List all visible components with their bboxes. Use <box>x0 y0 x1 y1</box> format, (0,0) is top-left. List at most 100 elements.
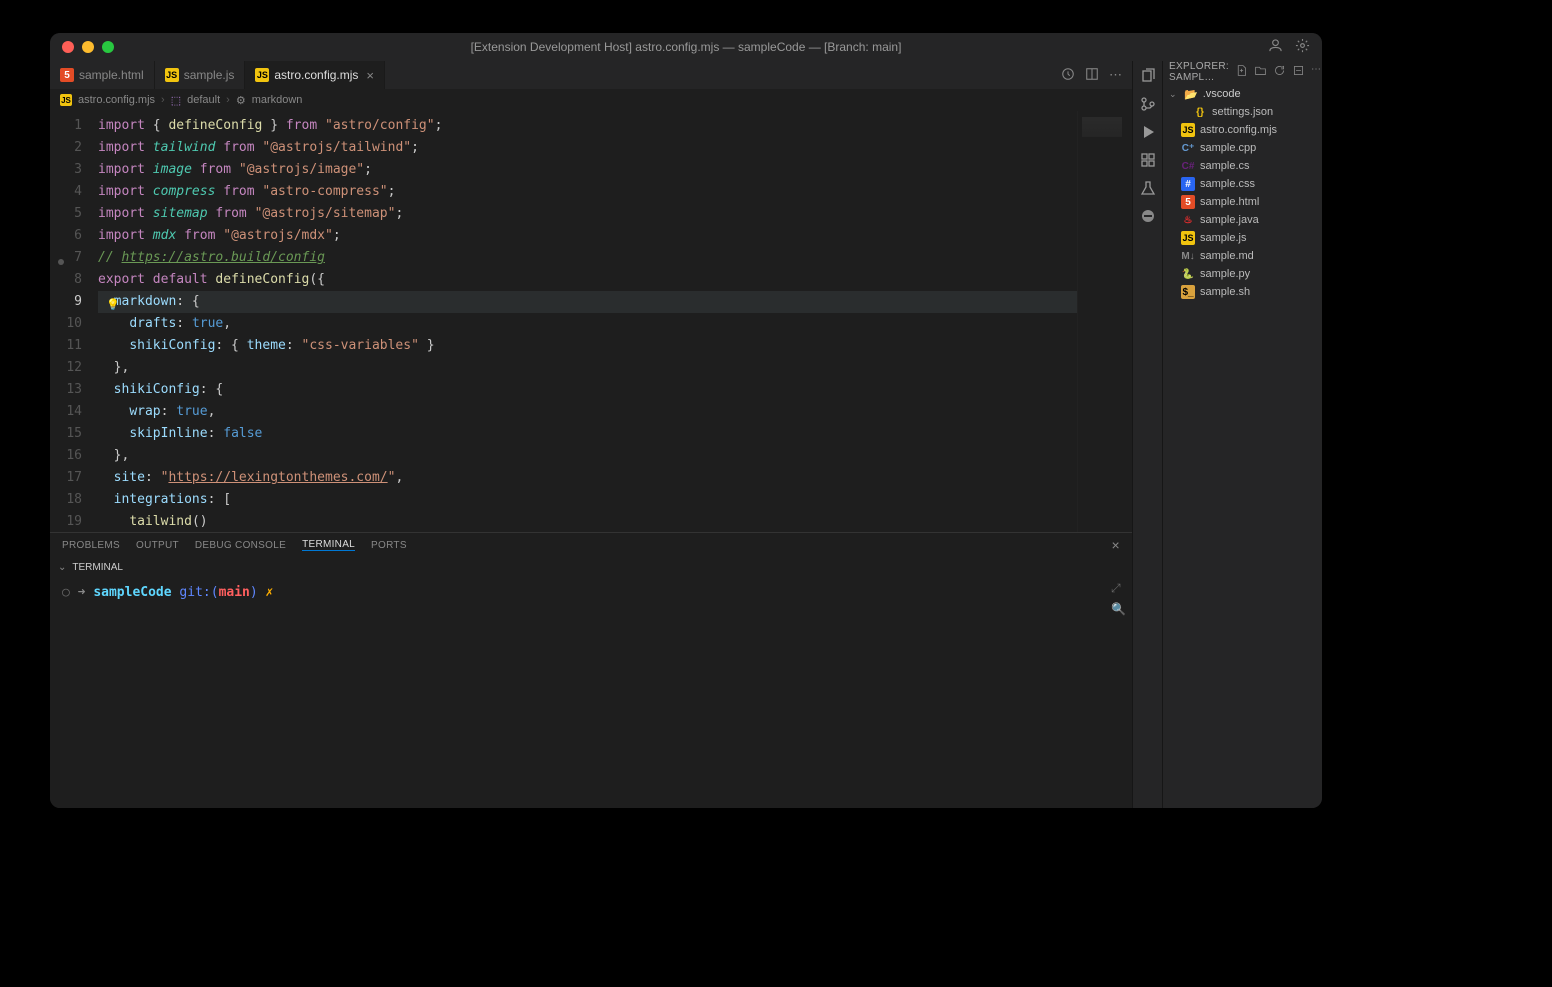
close-tab-icon[interactable]: × <box>366 68 374 83</box>
code-line[interactable]: import mdx from "@astrojs/mdx"; <box>98 225 1077 247</box>
test-icon[interactable] <box>1139 179 1157 197</box>
refresh-icon[interactable] <box>1273 64 1286 80</box>
account-icon[interactable] <box>1268 38 1283 56</box>
code-line[interactable]: integrations: [ <box>98 489 1077 511</box>
js-file-icon: JS <box>255 68 269 82</box>
js-file-icon: JS <box>60 94 72 106</box>
more-icon[interactable]: ⋯ <box>1311 64 1321 80</box>
code-line[interactable]: tailwind() <box>98 511 1077 532</box>
code-line[interactable]: }, <box>98 445 1077 467</box>
panel-tab-debug[interactable]: DEBUG CONSOLE <box>195 540 286 551</box>
code-line[interactable]: import sitemap from "@astrojs/sitemap"; <box>98 203 1077 225</box>
minimap[interactable] <box>1077 111 1132 532</box>
breadcrumb-file[interactable]: astro.config.mjs <box>78 94 155 106</box>
close-panel-icon[interactable]: × <box>1112 537 1120 553</box>
panel-tab-output[interactable]: OUTPUT <box>136 540 179 551</box>
explorer-file[interactable]: M↓sample.md <box>1163 247 1322 265</box>
no-entry-icon[interactable] <box>1139 207 1157 225</box>
explorer-folder-vscode[interactable]: ⌄📂.vscode <box>1163 85 1322 103</box>
file-name: sample.html <box>1200 196 1259 208</box>
line-number: 1 <box>50 115 98 137</box>
code-line[interactable]: site: "https://lexingtonthemes.com/", <box>98 467 1077 489</box>
titlebar: [Extension Development Host] astro.confi… <box>50 33 1322 61</box>
explorer-file[interactable]: JSsample.js <box>1163 229 1322 247</box>
explorer-file[interactable]: C⁺sample.cpp <box>1163 139 1322 157</box>
file-name: astro.config.mjs <box>1200 124 1277 136</box>
explorer-file[interactable]: 🐍sample.py <box>1163 265 1322 283</box>
chevron-right-icon: › <box>226 94 230 106</box>
breadcrumb[interactable]: JS astro.config.mjs › ⬚ default › ⚙ mark… <box>50 89 1132 111</box>
chevron-down-icon: ⌄ <box>1169 89 1179 100</box>
split-editor-icon[interactable] <box>1085 67 1099 84</box>
file-name: sample.java <box>1200 214 1259 226</box>
code-line[interactable]: import image from "@astrojs/image"; <box>98 159 1077 181</box>
run-icon[interactable] <box>1139 123 1157 141</box>
breadcrumb-symbol[interactable]: default <box>187 94 220 106</box>
file-name: sample.py <box>1200 268 1250 280</box>
chevron-right-icon: › <box>161 94 165 106</box>
property-icon: ⚙ <box>236 94 246 107</box>
sh-file-icon: $_ <box>1181 285 1195 299</box>
tab-sample-html[interactable]: 5 sample.html <box>50 61 155 89</box>
maximize-panel-icon[interactable]: ⤢ <box>1111 581 1126 596</box>
more-icon[interactable]: ⋯ <box>1109 67 1122 83</box>
line-number: 11 <box>50 335 98 357</box>
panel-tab-terminal[interactable]: TERMINAL <box>302 539 355 551</box>
explorer-title: EXPLORER: SAMPL… <box>1169 61 1229 83</box>
collapse-icon[interactable] <box>1292 64 1305 80</box>
new-folder-icon[interactable] <box>1254 64 1267 80</box>
panel-header-label: TERMINAL <box>72 562 123 573</box>
tab-astro-config[interactable]: JS astro.config.mjs × <box>245 61 385 89</box>
settings-gear-icon[interactable] <box>1295 38 1310 56</box>
explorer-file[interactable]: $_sample.sh <box>1163 283 1322 301</box>
md-file-icon: M↓ <box>1181 249 1195 263</box>
code-line[interactable]: skipInline: false <box>98 423 1077 445</box>
code-line[interactable]: }, <box>98 357 1077 379</box>
window-title: [Extension Development Host] astro.confi… <box>50 40 1322 54</box>
panel-header[interactable]: ⌄ TERMINAL <box>50 557 1132 577</box>
new-file-icon[interactable] <box>1235 64 1248 80</box>
copy-icon[interactable] <box>1139 67 1157 85</box>
history-icon[interactable] <box>1061 67 1075 84</box>
code-line[interactable]: import compress from "astro-compress"; <box>98 181 1077 203</box>
terminal[interactable]: ⤢ 🔍 ○ ➜ sampleCode git:(main) ✗ <box>50 577 1132 808</box>
breadcrumb-symbol[interactable]: markdown <box>252 94 303 106</box>
code-line[interactable]: wrap: true, <box>98 401 1077 423</box>
code-line[interactable]: import tailwind from "@astrojs/tailwind"… <box>98 137 1077 159</box>
explorer-file[interactable]: ♨sample.java <box>1163 211 1322 229</box>
explorer-file[interactable]: JSastro.config.mjs <box>1163 121 1322 139</box>
search-icon[interactable]: 🔍 <box>1111 602 1126 616</box>
explorer-file[interactable]: C#sample.cs <box>1163 157 1322 175</box>
code-line[interactable]: import { defineConfig } from "astro/conf… <box>98 115 1077 137</box>
js-file-icon: JS <box>165 68 179 82</box>
file-name: sample.cs <box>1200 160 1250 172</box>
panel-tab-ports[interactable]: PORTS <box>371 540 407 551</box>
explorer-file[interactable]: 5sample.html <box>1163 193 1322 211</box>
code-line[interactable]: export default defineConfig({ <box>98 269 1077 291</box>
lightbulb-icon[interactable]: 💡 <box>106 298 120 311</box>
gutter-marker-icon[interactable] <box>58 259 64 265</box>
tab-sample-js[interactable]: JS sample.js <box>155 61 246 89</box>
code-line[interactable]: shikiConfig: { theme: "css-variables" } <box>98 335 1077 357</box>
folder-icon: 📂 <box>1184 88 1198 101</box>
panel-tab-problems[interactable]: PROBLEMS <box>62 540 120 551</box>
explorer-file[interactable]: #sample.css <box>1163 175 1322 193</box>
code-line[interactable]: drafts: true, <box>98 313 1077 335</box>
code-line[interactable]: shikiConfig: { <box>98 379 1077 401</box>
line-number: 18 <box>50 489 98 511</box>
maximize-window-button[interactable] <box>102 41 114 53</box>
source-control-icon[interactable] <box>1139 95 1157 113</box>
line-number: 6 <box>50 225 98 247</box>
extensions-icon[interactable] <box>1139 151 1157 169</box>
file-name: sample.cpp <box>1200 142 1256 154</box>
code-line[interactable]: markdown: { <box>98 291 1077 313</box>
editor-action-bar <box>1132 61 1162 808</box>
code-content[interactable]: import { defineConfig } from "astro/conf… <box>98 111 1077 532</box>
code-line[interactable]: // https://astro.build/config <box>98 247 1077 269</box>
tab-label: sample.js <box>184 68 235 82</box>
explorer-file[interactable]: {}settings.json <box>1163 103 1322 121</box>
file-name: sample.js <box>1200 232 1246 244</box>
close-window-button[interactable] <box>62 41 74 53</box>
minimize-window-button[interactable] <box>82 41 94 53</box>
code-editor[interactable]: 💡 12345678910111213141516171819 import {… <box>50 111 1132 532</box>
